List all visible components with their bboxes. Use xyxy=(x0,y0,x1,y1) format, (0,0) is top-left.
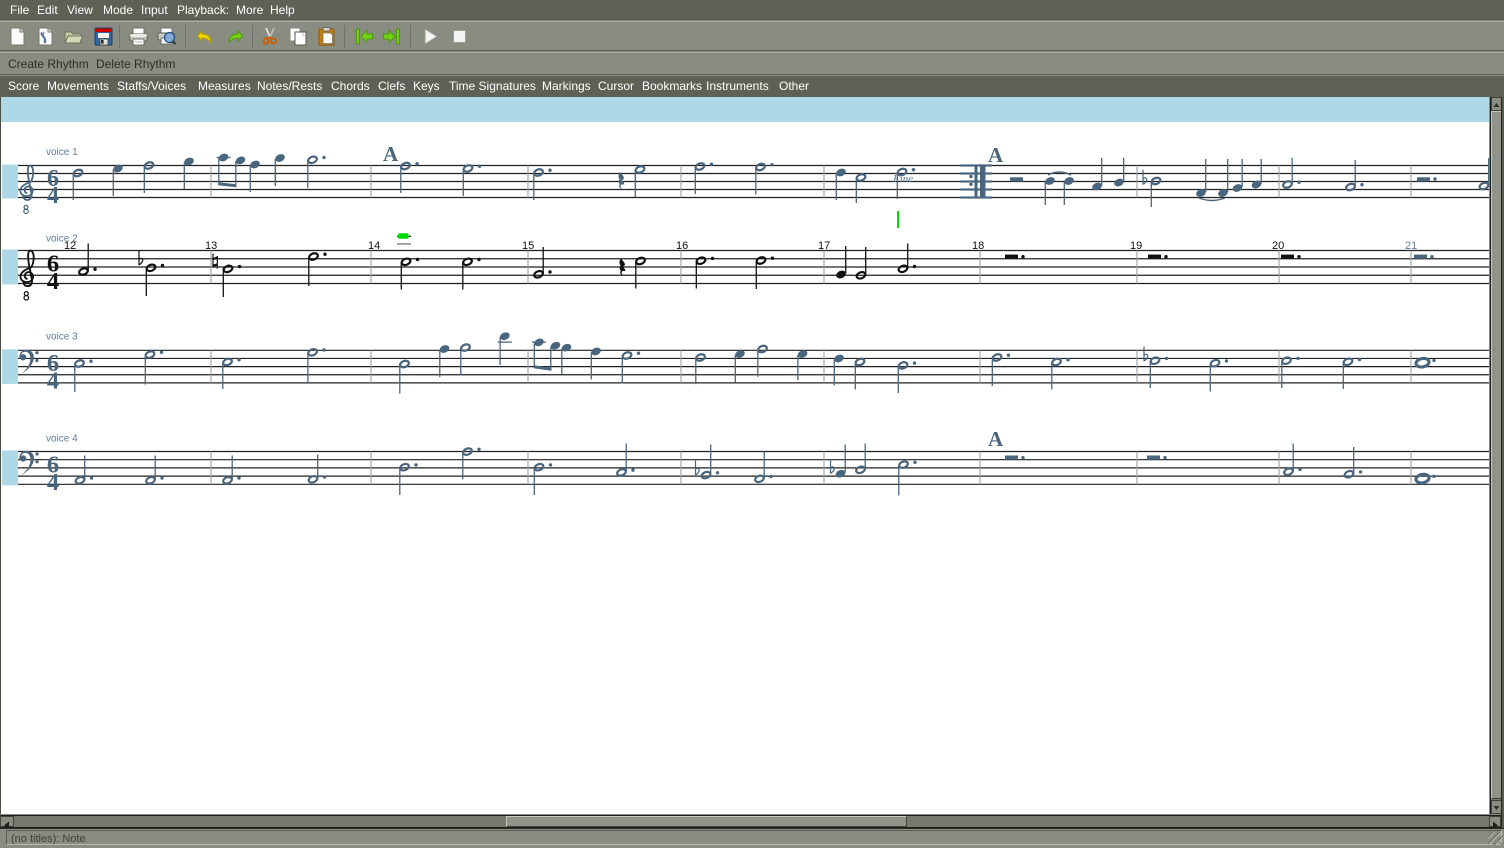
svg-text:4: 4 xyxy=(47,469,59,496)
svg-text:Fine: Fine xyxy=(892,173,913,185)
svg-text:A: A xyxy=(383,142,399,166)
svg-text:4: 4 xyxy=(47,268,59,295)
svg-text:20: 20 xyxy=(1272,240,1284,252)
svg-text:A: A xyxy=(988,427,1004,451)
svg-text:18: 18 xyxy=(972,240,984,252)
svg-text:19: 19 xyxy=(1130,240,1142,252)
svg-text:A: A xyxy=(988,143,1004,167)
svg-text:17: 17 xyxy=(818,240,830,252)
svg-text:4: 4 xyxy=(47,368,59,395)
svg-text:13: 13 xyxy=(205,240,217,252)
svg-text:voice 4: voice 4 xyxy=(46,434,78,445)
svg-text:21: 21 xyxy=(1405,240,1417,252)
svg-text:4: 4 xyxy=(47,183,59,209)
svg-text:12: 12 xyxy=(64,240,76,252)
svg-text:14: 14 xyxy=(368,240,380,252)
svg-text:15: 15 xyxy=(522,240,534,252)
svg-text:16: 16 xyxy=(676,240,688,252)
svg-text:voice 3: voice 3 xyxy=(46,332,78,343)
svg-text:voice 1: voice 1 xyxy=(46,147,78,158)
